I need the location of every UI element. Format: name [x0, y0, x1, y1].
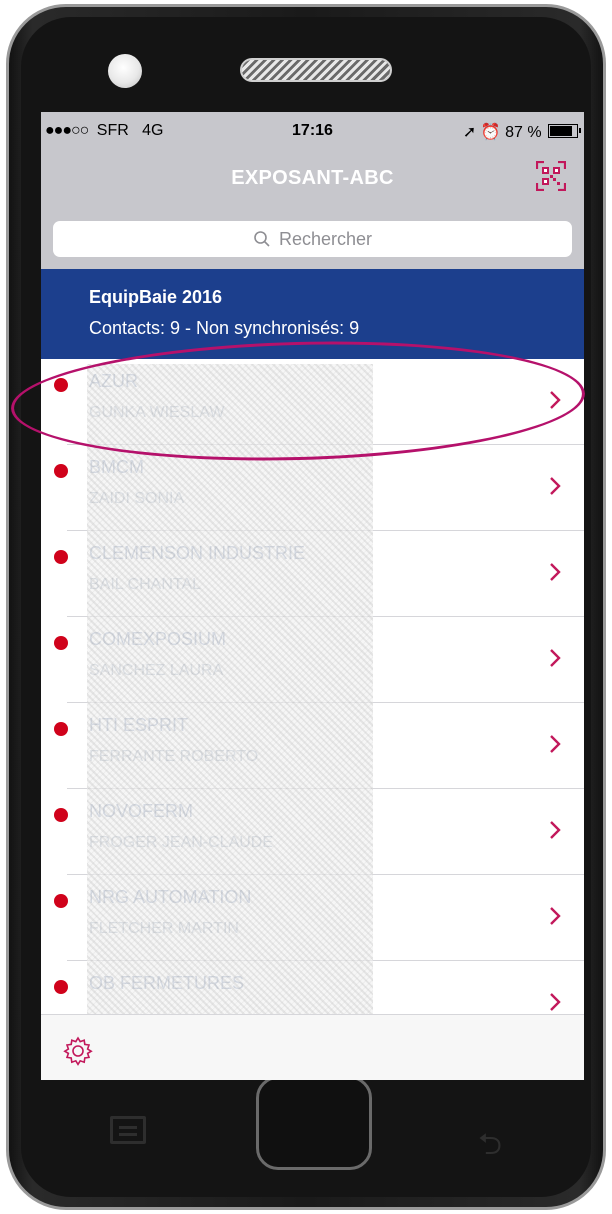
search-input[interactable]: Rechercher: [53, 221, 572, 257]
list-item[interactable]: AZUR GUNKA WIESLAW: [41, 359, 584, 445]
unsynced-dot-icon: [54, 550, 68, 564]
chevron-right-icon: [550, 993, 561, 1011]
front-camera: [108, 54, 142, 88]
bottom-toolbar: [41, 1014, 584, 1080]
unsynced-dot-icon: [54, 378, 68, 392]
chevron-right-icon: [550, 907, 561, 925]
unsynced-dot-icon: [54, 636, 68, 650]
search-icon: [254, 231, 270, 247]
battery-percent: 87 %: [505, 124, 542, 141]
hardware-back-icon[interactable]: ⮌: [478, 1122, 502, 1173]
search-placeholder: Rechercher: [278, 228, 373, 249]
contact-company: COMEXPOSIUM: [89, 629, 227, 649]
qr-code-scan-icon[interactable]: [536, 161, 566, 191]
chevron-right-icon: [550, 735, 561, 753]
event-banner: EquipBaie 2016 Contacts: 9 - Non synchro…: [41, 269, 584, 359]
alarm-icon: ⏰: [480, 124, 501, 141]
list-item[interactable]: OB FERMETURES: [41, 961, 584, 1014]
chevron-right-icon: [550, 821, 561, 839]
contact-person: ZAIDI SONIA: [89, 490, 185, 507]
contact-company: HTI ESPRIT: [89, 715, 189, 735]
unsynced-dot-icon: [54, 464, 68, 478]
list-item[interactable]: COMEXPOSIUM SANCHEZ LAURA: [41, 617, 584, 703]
home-button[interactable]: [256, 1076, 372, 1170]
chevron-right-icon: [550, 649, 561, 667]
page-title: EXPOSANT-ABC: [231, 167, 394, 189]
contact-company: OB FERMETURES: [89, 973, 245, 993]
chevron-right-icon: [550, 477, 561, 495]
event-sync-summary: Contacts: 9 - Non synchronisés: 9: [89, 318, 360, 338]
earpiece-speaker: [240, 58, 392, 82]
app-screen: ●●●○○ SFR 4G 17:16 ➚ ⏰ 87 % EXPOSANT-ABC: [41, 112, 584, 1080]
unsynced-dot-icon: [54, 722, 68, 736]
search-bar-container: Rechercher: [41, 209, 584, 269]
hardware-menu-icon[interactable]: [110, 1116, 146, 1144]
location-arrow-icon: ➚: [462, 124, 477, 141]
list-item[interactable]: NRG AUTOMATION FLETCHER MARTIN: [41, 875, 584, 961]
contact-company: CLEMENSON INDUSTRIE: [89, 543, 306, 563]
list-item[interactable]: CLEMENSON INDUSTRIE BAIL CHANTAL: [41, 531, 584, 617]
contact-person: FERRANTE ROBERTO: [89, 748, 259, 765]
unsynced-dot-icon: [54, 980, 68, 994]
battery-icon: [548, 124, 581, 138]
navigation-bar: EXPOSANT-ABC: [41, 149, 584, 209]
chevron-right-icon: [550, 391, 561, 409]
contact-person: BAIL CHANTAL: [89, 576, 202, 593]
unsynced-dot-icon: [54, 808, 68, 822]
gear-icon[interactable]: [62, 1035, 94, 1067]
contact-person: SANCHEZ LAURA: [89, 662, 224, 679]
status-bar: ●●●○○ SFR 4G 17:16 ➚ ⏰ 87 %: [41, 112, 584, 149]
contact-company: BMCM: [89, 457, 144, 477]
event-title: EquipBaie 2016: [89, 287, 223, 307]
contact-person: GUNKA WIESLAW: [89, 404, 225, 421]
contact-company: NOVOFERM: [89, 801, 194, 821]
list-item[interactable]: HTI ESPRIT FERRANTE ROBERTO: [41, 703, 584, 789]
chevron-right-icon: [550, 563, 561, 581]
contact-company: AZUR: [89, 371, 138, 391]
unsynced-dot-icon: [54, 894, 68, 908]
contact-person: FLETCHER MARTIN: [89, 920, 239, 937]
status-right: ➚ ⏰ 87 %: [462, 122, 581, 142]
contact-company: NRG AUTOMATION: [89, 887, 252, 907]
list-item[interactable]: NOVOFERM FROGER JEAN-CLAUDE: [41, 789, 584, 875]
list-item[interactable]: BMCM ZAIDI SONIA: [41, 445, 584, 531]
contact-list: AZUR GUNKA WIESLAW BMCM ZAIDI SONIA CLEM…: [41, 359, 584, 1014]
contact-person: FROGER JEAN-CLAUDE: [89, 834, 274, 851]
